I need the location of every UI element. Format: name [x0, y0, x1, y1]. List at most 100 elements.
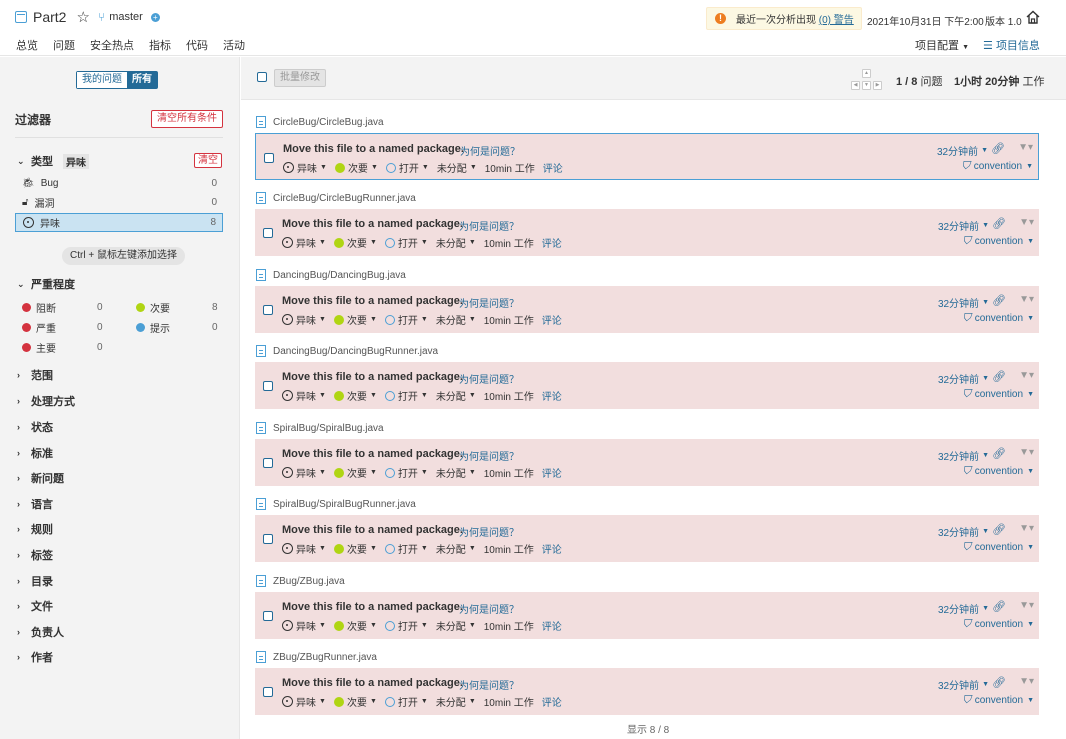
filter-icon[interactable]: ▼▾	[1019, 523, 1034, 534]
issue-message[interactable]: Move this file to a named package.	[282, 524, 463, 536]
issue-status-dropdown[interactable]: 打开 ▼	[384, 235, 428, 250]
facet-header[interactable]: › 负责人	[17, 624, 64, 640]
comment-link[interactable]: 评论	[542, 465, 562, 480]
severity-minor[interactable]: 次要 8	[136, 300, 218, 315]
permalink-icon[interactable]: 🔗︎	[992, 600, 1006, 613]
issue-severity-dropdown[interactable]: 次要 ▼	[333, 618, 377, 633]
severity-major[interactable]: 主要 0	[22, 340, 104, 355]
filter-icon[interactable]: ▼▾	[1019, 447, 1034, 458]
issue-tags-dropdown[interactable]: ⛉ convention ▼	[961, 160, 1033, 173]
filter-icon[interactable]: ▼▾	[1019, 600, 1034, 611]
tab-activity[interactable]: 活动	[223, 37, 245, 59]
branch-name[interactable]: master	[109, 11, 143, 23]
issue-card[interactable]: Move this file to a named package. 为何是问题？…	[255, 133, 1039, 180]
facet-header[interactable]: › 目录	[17, 573, 53, 589]
issue-tags-dropdown[interactable]: ⛉ convention ▼	[962, 541, 1034, 554]
issue-status-dropdown[interactable]: 打开 ▼	[384, 465, 428, 480]
tab-overview[interactable]: 总览	[16, 37, 38, 59]
filter-icon[interactable]: ▼▾	[1019, 217, 1034, 228]
issue-time-dropdown[interactable]: 32分钟前 ▼	[938, 677, 989, 692]
issue-message[interactable]: Move this file to a named package.	[282, 218, 463, 230]
warning-link[interactable]: (0) 警告	[819, 15, 854, 26]
facet-header[interactable]: › 语言	[17, 496, 53, 512]
facet-header[interactable]: › 范围	[17, 367, 53, 383]
tab-code[interactable]: 代码	[186, 37, 208, 59]
issue-status-dropdown[interactable]: 打开 ▼	[384, 618, 428, 633]
tab-issues[interactable]: 问题	[53, 37, 75, 59]
issue-message[interactable]: Move this file to a named package.	[282, 371, 463, 383]
issue-assignee-dropdown[interactable]: 未分配 ▼	[436, 312, 476, 327]
permalink-icon[interactable]: 🔗︎	[992, 523, 1006, 536]
issue-type-dropdown[interactable]: 异味 ▼	[282, 694, 326, 709]
issue-assignee-dropdown[interactable]: 未分配 ▼	[436, 541, 476, 556]
why-is-this-an-issue-link[interactable]: 为何是问题？	[459, 295, 519, 310]
issue-card[interactable]: Move this file to a named package. 为何是问题？…	[255, 592, 1039, 639]
permalink-icon[interactable]: 🔗︎	[992, 294, 1006, 307]
comment-link[interactable]: 评论	[542, 388, 562, 403]
facet-header[interactable]: › 标准	[17, 445, 53, 461]
issue-type-dropdown[interactable]: 异味 ▼	[282, 618, 326, 633]
file-path[interactable]: SpiralBug/SpiralBugRunner.java	[273, 499, 416, 510]
issue-severity-dropdown[interactable]: 次要 ▼	[333, 694, 377, 709]
project-config-label[interactable]: 项目配置	[915, 40, 959, 52]
issue-checkbox[interactable]	[263, 534, 273, 544]
issue-severity-dropdown[interactable]: 次要 ▼	[334, 160, 378, 175]
issue-severity-dropdown[interactable]: 次要 ▼	[333, 388, 377, 403]
issue-time-dropdown[interactable]: 32分钟前 ▼	[938, 371, 989, 386]
file-path[interactable]: ZBug/ZBug.java	[273, 576, 345, 587]
issue-checkbox[interactable]	[263, 687, 273, 697]
issue-assignee-dropdown[interactable]: 未分配 ▼	[437, 160, 477, 175]
permalink-icon[interactable]: 🔗︎	[991, 142, 1005, 155]
severity-info[interactable]: 提示 0	[136, 320, 218, 335]
project-name[interactable]: Part2	[33, 9, 66, 25]
issue-type-dropdown[interactable]: 异味 ▼	[282, 388, 326, 403]
filter-icon[interactable]: ▼▾	[1018, 142, 1033, 153]
issue-assignee-dropdown[interactable]: 未分配 ▼	[436, 388, 476, 403]
filter-icon[interactable]: ▼▾	[1019, 370, 1034, 381]
clear-all-filters-button[interactable]: 清空所有条件	[151, 110, 223, 128]
facet-header[interactable]: › 状态	[17, 419, 53, 435]
issue-status-dropdown[interactable]: 打开 ▼	[384, 541, 428, 556]
facet-header[interactable]: › 标签	[17, 547, 53, 563]
issue-time-dropdown[interactable]: 32分钟前 ▼	[938, 448, 989, 463]
issue-checkbox[interactable]	[263, 228, 273, 238]
issue-card[interactable]: Move this file to a named package. 为何是问题？…	[255, 439, 1039, 486]
issue-checkbox[interactable]	[263, 458, 273, 468]
issue-checkbox[interactable]	[264, 153, 274, 163]
issue-card[interactable]: Move this file to a named package. 为何是问题？…	[255, 668, 1039, 715]
my-issues-button[interactable]: 我的问题	[77, 72, 127, 88]
issue-status-dropdown[interactable]: 打开 ▼	[385, 160, 429, 175]
why-is-this-an-issue-link[interactable]: 为何是问题？	[459, 677, 519, 692]
issue-checkbox[interactable]	[263, 305, 273, 315]
home-icon[interactable]	[1026, 10, 1040, 24]
issue-severity-dropdown[interactable]: 次要 ▼	[333, 541, 377, 556]
issue-message[interactable]: Move this file to a named package.	[282, 448, 463, 460]
comment-link[interactable]: 评论	[542, 312, 562, 327]
issue-assignee-dropdown[interactable]: 未分配 ▼	[436, 694, 476, 709]
file-path[interactable]: DancingBug/DancingBugRunner.java	[273, 346, 438, 357]
filter-icon[interactable]: ▼▾	[1019, 294, 1034, 305]
issue-message[interactable]: Move this file to a named package.	[282, 601, 463, 613]
facet-severity-header[interactable]: ⌄ 严重程度	[17, 276, 75, 292]
all-issues-button[interactable]: 所有	[127, 72, 157, 88]
issue-time-dropdown[interactable]: 32分钟前 ▼	[937, 143, 988, 158]
permalink-icon[interactable]: 🔗︎	[992, 370, 1006, 383]
comment-link[interactable]: 评论	[542, 235, 562, 250]
why-is-this-an-issue-link[interactable]: 为何是问题？	[459, 218, 519, 233]
issue-tags-dropdown[interactable]: ⛉ convention ▼	[962, 312, 1034, 325]
issue-type-dropdown[interactable]: 异味 ▼	[283, 160, 327, 175]
permalink-icon[interactable]: 🔗︎	[992, 676, 1006, 689]
facet-item-bug[interactable]: 🐞︎ Bug 0	[15, 174, 223, 192]
file-path[interactable]: CircleBug/CircleBugRunner.java	[273, 193, 416, 204]
tab-measures[interactable]: 指标	[149, 37, 171, 59]
issue-tags-dropdown[interactable]: ⛉ convention ▼	[962, 618, 1034, 631]
issue-type-dropdown[interactable]: 异味 ▼	[282, 235, 326, 250]
facet-item-code-smell[interactable]: 异味 8	[15, 213, 223, 232]
issue-card[interactable]: Move this file to a named package. 为何是问题？…	[255, 515, 1039, 562]
issue-severity-dropdown[interactable]: 次要 ▼	[333, 465, 377, 480]
why-is-this-an-issue-link[interactable]: 为何是问题？	[460, 143, 520, 158]
issue-message[interactable]: Move this file to a named package.	[282, 295, 463, 307]
tab-security-hotspots[interactable]: 安全热点	[90, 37, 134, 59]
comment-link[interactable]: 评论	[542, 541, 562, 556]
comment-link[interactable]: 评论	[542, 694, 562, 709]
